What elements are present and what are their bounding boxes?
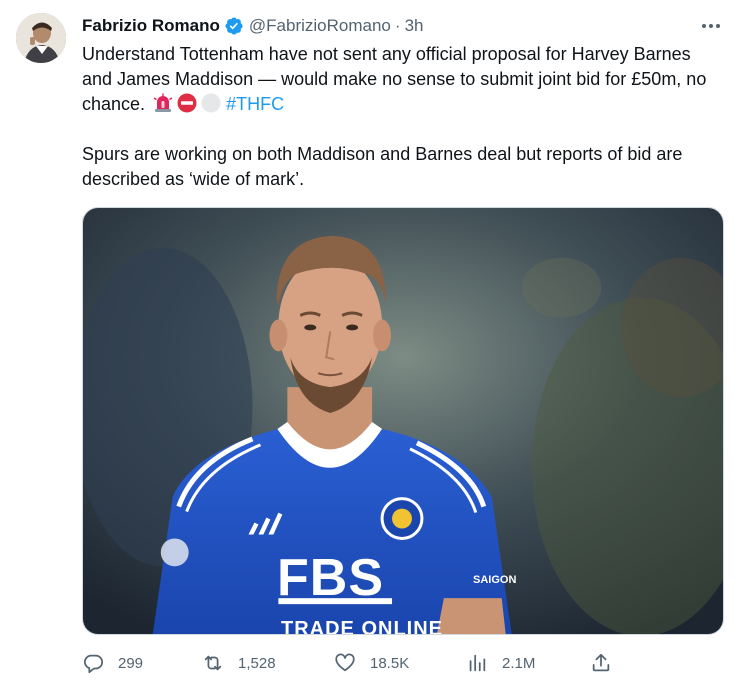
tweet-text: Understand Tottenham have not sent any o… bbox=[82, 42, 722, 192]
like-button[interactable]: 18.5K bbox=[334, 652, 409, 674]
tweet-timestamp[interactable]: 3h bbox=[405, 16, 424, 36]
tweet-photo[interactable]: FBS TRADE ONLINE SAIGON bbox=[82, 207, 724, 635]
verified-badge-icon bbox=[224, 16, 244, 36]
retweet-icon bbox=[204, 655, 222, 671]
views-button[interactable]: 2.1M bbox=[466, 652, 535, 674]
more-options-icon[interactable] bbox=[699, 14, 723, 38]
white-circle-icon bbox=[201, 93, 221, 113]
tweet-paragraph-2: Spurs are working on both Maddison and B… bbox=[82, 144, 683, 189]
reply-count: 299 bbox=[118, 654, 144, 672]
tweet-paragraph-1: Understand Tottenham have not sent any o… bbox=[82, 42, 722, 117]
views-count: 2.1M bbox=[502, 654, 536, 672]
tweet-header: Fabrizio Romano @FabrizioRomano · 3h bbox=[82, 14, 727, 38]
hashtag-link[interactable]: #THFC bbox=[226, 94, 284, 114]
author-name[interactable]: Fabrizio Romano bbox=[82, 16, 220, 36]
share-button[interactable] bbox=[590, 652, 612, 674]
reply-button[interactable]: 299 bbox=[82, 652, 143, 674]
no-entry-icon bbox=[177, 93, 197, 113]
views-chart-icon bbox=[469, 654, 486, 672]
reply-icon bbox=[83, 654, 104, 674]
separator-dot: · bbox=[394, 16, 401, 35]
retweet-button[interactable]: 1,528 bbox=[202, 652, 276, 674]
author-avatar[interactable] bbox=[16, 13, 66, 63]
tweet[interactable]: Fabrizio Romano @FabrizioRomano · 3h Und… bbox=[0, 0, 743, 680]
rotating-light-icon bbox=[153, 93, 173, 112]
share-icon bbox=[592, 653, 610, 672]
retweet-count: 1,528 bbox=[238, 654, 276, 672]
author-handle[interactable]: @FabrizioRomano bbox=[249, 16, 391, 36]
heart-icon bbox=[335, 653, 355, 672]
tweet-paragraph-1-text: Understand Tottenham have not sent any o… bbox=[82, 44, 707, 114]
tweet-actions-bar: 299 1,528 18.5K 2.1M bbox=[82, 650, 622, 676]
avatar-image bbox=[16, 13, 66, 63]
player-photo-image bbox=[83, 208, 723, 634]
like-count: 18.5K bbox=[370, 654, 410, 672]
